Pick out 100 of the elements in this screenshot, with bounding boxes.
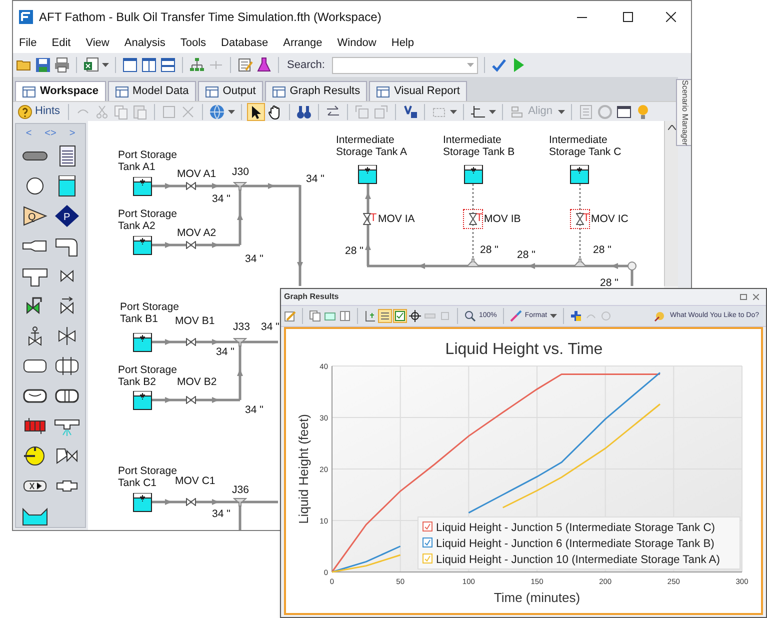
menu-item[interactable]: Arrange xyxy=(283,34,322,52)
menu-item[interactable]: Help xyxy=(391,34,414,52)
diagram-label: MOV A2 xyxy=(177,227,216,239)
spreadsheet-icon[interactable] xyxy=(83,57,99,73)
valve-flag-label: T xyxy=(370,212,377,224)
flow-arrow xyxy=(212,183,219,189)
tank-icon xyxy=(358,165,377,184)
flow-arrow xyxy=(237,369,243,376)
save-icon[interactable] xyxy=(35,57,51,73)
flow-arrow xyxy=(165,499,172,505)
caret-icon[interactable] xyxy=(228,110,236,114)
flow-arrow xyxy=(165,339,172,345)
diagram-label: MOV A1 xyxy=(177,168,216,180)
pointer-icon[interactable] xyxy=(248,104,264,120)
diagram-label: MOV IC xyxy=(591,213,628,225)
globe-icon[interactable] xyxy=(209,104,226,120)
caret-icon[interactable] xyxy=(450,110,458,114)
legend-checkbox[interactable] xyxy=(422,538,432,548)
menu-item[interactable]: View xyxy=(86,34,110,52)
hints-button[interactable]: Hints xyxy=(16,103,62,120)
checkmark-icon[interactable] xyxy=(490,57,507,73)
valve-icon xyxy=(186,241,196,249)
axes-icon[interactable] xyxy=(470,104,486,120)
valve-icon xyxy=(186,498,196,506)
vessel-icon[interactable] xyxy=(52,355,80,377)
flask-icon[interactable] xyxy=(256,57,272,73)
legend-icon[interactable] xyxy=(379,310,391,322)
copy-icon[interactable] xyxy=(309,310,321,322)
diagram-label: Intermediate Storage Tank C xyxy=(549,134,622,158)
tank-icon xyxy=(133,333,152,352)
reservoir-icon[interactable] xyxy=(20,505,48,527)
diagram-label: 28 " xyxy=(600,277,618,289)
valve-icon xyxy=(186,182,196,190)
menu-item[interactable]: Edit xyxy=(52,34,71,52)
diagram-label: MOV IB xyxy=(484,213,521,225)
menu-item[interactable]: Tools xyxy=(180,34,206,52)
crosshair-icon[interactable] xyxy=(409,310,421,322)
caret-icon[interactable] xyxy=(489,110,496,114)
legend-checkbox[interactable] xyxy=(422,554,432,564)
columns-icon[interactable] xyxy=(339,310,351,322)
tab-icon xyxy=(376,86,390,98)
restore-icon[interactable] xyxy=(740,294,747,300)
valve-icon xyxy=(186,396,196,404)
triangle-icon[interactable]: Q xyxy=(20,205,48,227)
window-icon[interactable] xyxy=(122,57,138,73)
tab[interactable]: Workspace xyxy=(15,81,106,101)
flow-arrow xyxy=(268,183,275,189)
diagram-label: 34 " xyxy=(212,508,230,520)
diagram-label: Port Storage Tank A2 xyxy=(118,208,177,232)
axis-text-icon[interactable] xyxy=(364,310,376,322)
flow-arrow xyxy=(365,243,371,250)
tee-junction-icon xyxy=(466,258,480,267)
menu-item[interactable]: Analysis xyxy=(124,34,166,52)
flow-arrow xyxy=(418,263,425,269)
add-icon[interactable] xyxy=(570,310,582,322)
diamond-icon[interactable]: P xyxy=(52,205,80,227)
flow-arrow xyxy=(237,213,243,220)
caret-icon[interactable] xyxy=(558,110,565,114)
legend-label: Liquid Height - Junction 10 (Intermediate Storage Tank A) xyxy=(436,554,720,566)
y-axis-label: Liquid Height (feet) xyxy=(296,414,311,524)
binoculars-icon[interactable] xyxy=(296,104,312,120)
diagram-label: J30 xyxy=(232,166,249,178)
tee-junction-icon xyxy=(233,182,247,191)
close-icon[interactable] xyxy=(753,294,759,300)
two-row-icon[interactable] xyxy=(160,57,176,73)
tab[interactable]: Model Data xyxy=(108,81,196,101)
notepad-icon[interactable] xyxy=(237,57,253,73)
tab[interactable]: Visual Report xyxy=(369,81,467,101)
diagram-label: 28 " xyxy=(517,249,536,261)
valve-icon xyxy=(186,338,196,346)
app-logo-icon xyxy=(19,10,33,24)
legend-checkbox[interactable] xyxy=(422,522,432,532)
print-icon[interactable] xyxy=(54,57,70,73)
tab[interactable]: Graph Results xyxy=(264,81,368,101)
edit-icon[interactable] xyxy=(284,310,296,322)
tank-icon xyxy=(133,391,152,410)
zoom-icon[interactable] xyxy=(464,310,476,322)
menu-item[interactable]: Database xyxy=(221,34,268,52)
x-axis-label: Time (minutes) xyxy=(494,590,580,605)
two-column-icon[interactable] xyxy=(141,57,157,73)
menu-item[interactable]: Window xyxy=(337,34,376,52)
help-icon xyxy=(18,104,32,118)
caret-icon[interactable] xyxy=(102,63,109,67)
caret-icon[interactable] xyxy=(550,314,558,318)
diagram-label: 34 " xyxy=(245,404,264,416)
diagram-label: 28 " xyxy=(480,244,498,256)
tank-icon xyxy=(570,165,589,184)
side-tab[interactable]: Scenario Manager xyxy=(676,79,691,146)
checkbox-icon[interactable] xyxy=(394,310,406,322)
diagram-label: 34 " xyxy=(212,193,230,205)
valve-icon xyxy=(469,213,477,225)
menu-item[interactable]: File xyxy=(19,34,37,52)
search-field[interactable] xyxy=(332,56,478,74)
diagram-label: Intermediate Storage Tank A xyxy=(336,134,408,158)
flow-arrow xyxy=(611,263,618,269)
diagram-label: 28 " xyxy=(593,244,612,256)
tab[interactable]: Output xyxy=(198,81,263,101)
scroll-up-icon[interactable] xyxy=(668,125,676,130)
diagram-label: Intermediate Storage Tank B xyxy=(443,134,515,158)
vertical-scrollbar[interactable] xyxy=(664,121,678,286)
